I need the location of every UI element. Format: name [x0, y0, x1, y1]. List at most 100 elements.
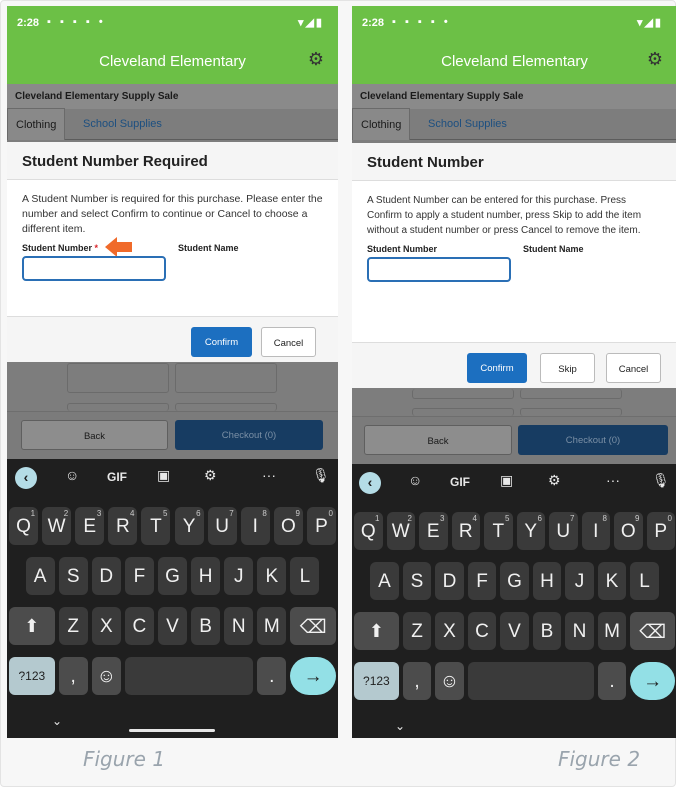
key-d[interactable]: D: [91, 557, 121, 595]
key-c[interactable]: C: [467, 612, 497, 650]
gif-button[interactable]: GIF: [450, 475, 470, 489]
gear-icon[interactable]: ⚙: [647, 49, 663, 70]
key-l[interactable]: L: [630, 562, 659, 600]
back-button[interactable]: Back: [364, 425, 512, 455]
symbols-key[interactable]: ?123: [9, 657, 55, 695]
back-icon[interactable]: ‹: [359, 472, 381, 494]
mic-icon[interactable]: 🎙: [312, 467, 330, 484]
enter-key[interactable]: →: [630, 662, 675, 700]
skip-button[interactable]: Skip: [540, 353, 595, 383]
key-r[interactable]: R4: [108, 507, 138, 545]
period-key[interactable]: .: [257, 657, 287, 695]
key-y[interactable]: Y6: [516, 512, 545, 550]
key-m[interactable]: M: [257, 607, 287, 645]
key-p[interactable]: P0: [646, 512, 675, 550]
key-s[interactable]: S: [402, 562, 432, 600]
backspace-key[interactable]: ⌫: [290, 607, 336, 645]
key-e[interactable]: E3: [419, 512, 448, 550]
key-k[interactable]: K: [597, 562, 627, 600]
gear-icon[interactable]: ⚙: [204, 467, 217, 484]
symbols-key[interactable]: ?123: [354, 662, 399, 700]
key-x[interactable]: X: [435, 612, 464, 650]
key-j[interactable]: J: [565, 562, 594, 600]
key-b[interactable]: B: [532, 612, 562, 650]
tab-school-supplies[interactable]: School Supplies: [420, 108, 515, 140]
gear-icon[interactable]: ⚙: [548, 472, 561, 489]
key-s[interactable]: S: [58, 557, 88, 595]
back-button[interactable]: Back: [21, 420, 168, 450]
key-h[interactable]: H: [191, 557, 221, 595]
key-a[interactable]: A: [370, 562, 399, 600]
gif-button[interactable]: GIF: [107, 470, 127, 484]
nav-handle[interactable]: [129, 729, 215, 732]
key-e[interactable]: E3: [75, 507, 105, 545]
key-w[interactable]: W2: [42, 507, 72, 545]
key-g[interactable]: G: [500, 562, 529, 600]
mic-icon[interactable]: 🎙: [652, 472, 670, 489]
key-t[interactable]: T5: [484, 512, 513, 550]
emoji-key[interactable]: ☺: [435, 662, 464, 700]
shift-key[interactable]: ⬆: [354, 612, 399, 650]
key-g[interactable]: G: [157, 557, 188, 595]
key-k[interactable]: K: [257, 557, 287, 595]
space-key[interactable]: [467, 662, 594, 700]
key-d[interactable]: D: [435, 562, 464, 600]
more-icon[interactable]: ···: [606, 472, 620, 488]
key-v[interactable]: V: [500, 612, 529, 650]
key-i[interactable]: I8: [581, 512, 610, 550]
translate-icon[interactable]: ▣: [500, 472, 513, 489]
key-y[interactable]: Y6: [174, 507, 204, 545]
key-h[interactable]: H: [532, 562, 562, 600]
key-i[interactable]: I8: [240, 507, 270, 545]
key-x[interactable]: X: [91, 607, 121, 645]
confirm-button[interactable]: Confirm: [191, 327, 252, 357]
key-u[interactable]: U7: [549, 512, 578, 550]
enter-key[interactable]: →: [290, 657, 336, 695]
confirm-button[interactable]: Confirm: [467, 353, 527, 383]
key-n[interactable]: N: [565, 612, 594, 650]
key-f[interactable]: F: [124, 557, 154, 595]
key-q[interactable]: Q1: [9, 507, 39, 545]
key-m[interactable]: M: [597, 612, 627, 650]
key-o[interactable]: O9: [614, 512, 643, 550]
key-l[interactable]: L: [290, 557, 320, 595]
more-icon[interactable]: ···: [262, 467, 276, 483]
student-number-input[interactable]: [22, 256, 166, 281]
comma-key[interactable]: ,: [58, 657, 88, 695]
comma-key[interactable]: ,: [402, 662, 432, 700]
key-j[interactable]: J: [224, 557, 254, 595]
back-icon[interactable]: ‹: [15, 467, 37, 489]
emoji-key[interactable]: ☺: [91, 657, 121, 695]
cancel-button[interactable]: Cancel: [261, 327, 316, 357]
key-p[interactable]: P0: [306, 507, 336, 545]
sticker-icon[interactable]: ☺: [408, 472, 422, 488]
period-key[interactable]: .: [597, 662, 627, 700]
key-c[interactable]: C: [124, 607, 154, 645]
checkout-button[interactable]: Checkout (0): [518, 425, 668, 455]
key-b[interactable]: B: [191, 607, 221, 645]
checkout-button[interactable]: Checkout (0): [175, 420, 323, 450]
key-w[interactable]: W2: [386, 512, 415, 550]
cancel-button[interactable]: Cancel: [606, 353, 661, 383]
sticker-icon[interactable]: ☺: [65, 467, 79, 483]
student-number-input[interactable]: [367, 257, 511, 282]
chevron-down-icon[interactable]: ⌄: [395, 719, 405, 733]
key-r[interactable]: R4: [451, 512, 480, 550]
translate-icon[interactable]: ▣: [157, 467, 170, 484]
key-n[interactable]: N: [224, 607, 254, 645]
key-t[interactable]: T5: [141, 507, 171, 545]
key-z[interactable]: Z: [58, 607, 88, 645]
tab-clothing[interactable]: Clothing: [7, 108, 66, 140]
key-v[interactable]: V: [157, 607, 188, 645]
chevron-down-icon[interactable]: ⌄: [52, 714, 62, 728]
key-f[interactable]: F: [467, 562, 497, 600]
key-q[interactable]: Q1: [354, 512, 383, 550]
key-o[interactable]: O9: [273, 507, 303, 545]
key-a[interactable]: A: [25, 557, 55, 595]
key-u[interactable]: U7: [207, 507, 237, 545]
gear-icon[interactable]: ⚙: [308, 49, 324, 70]
backspace-key[interactable]: ⌫: [630, 612, 675, 650]
tab-clothing[interactable]: Clothing: [352, 108, 411, 140]
tab-school-supplies[interactable]: School Supplies: [75, 108, 170, 140]
space-key[interactable]: [124, 657, 254, 695]
